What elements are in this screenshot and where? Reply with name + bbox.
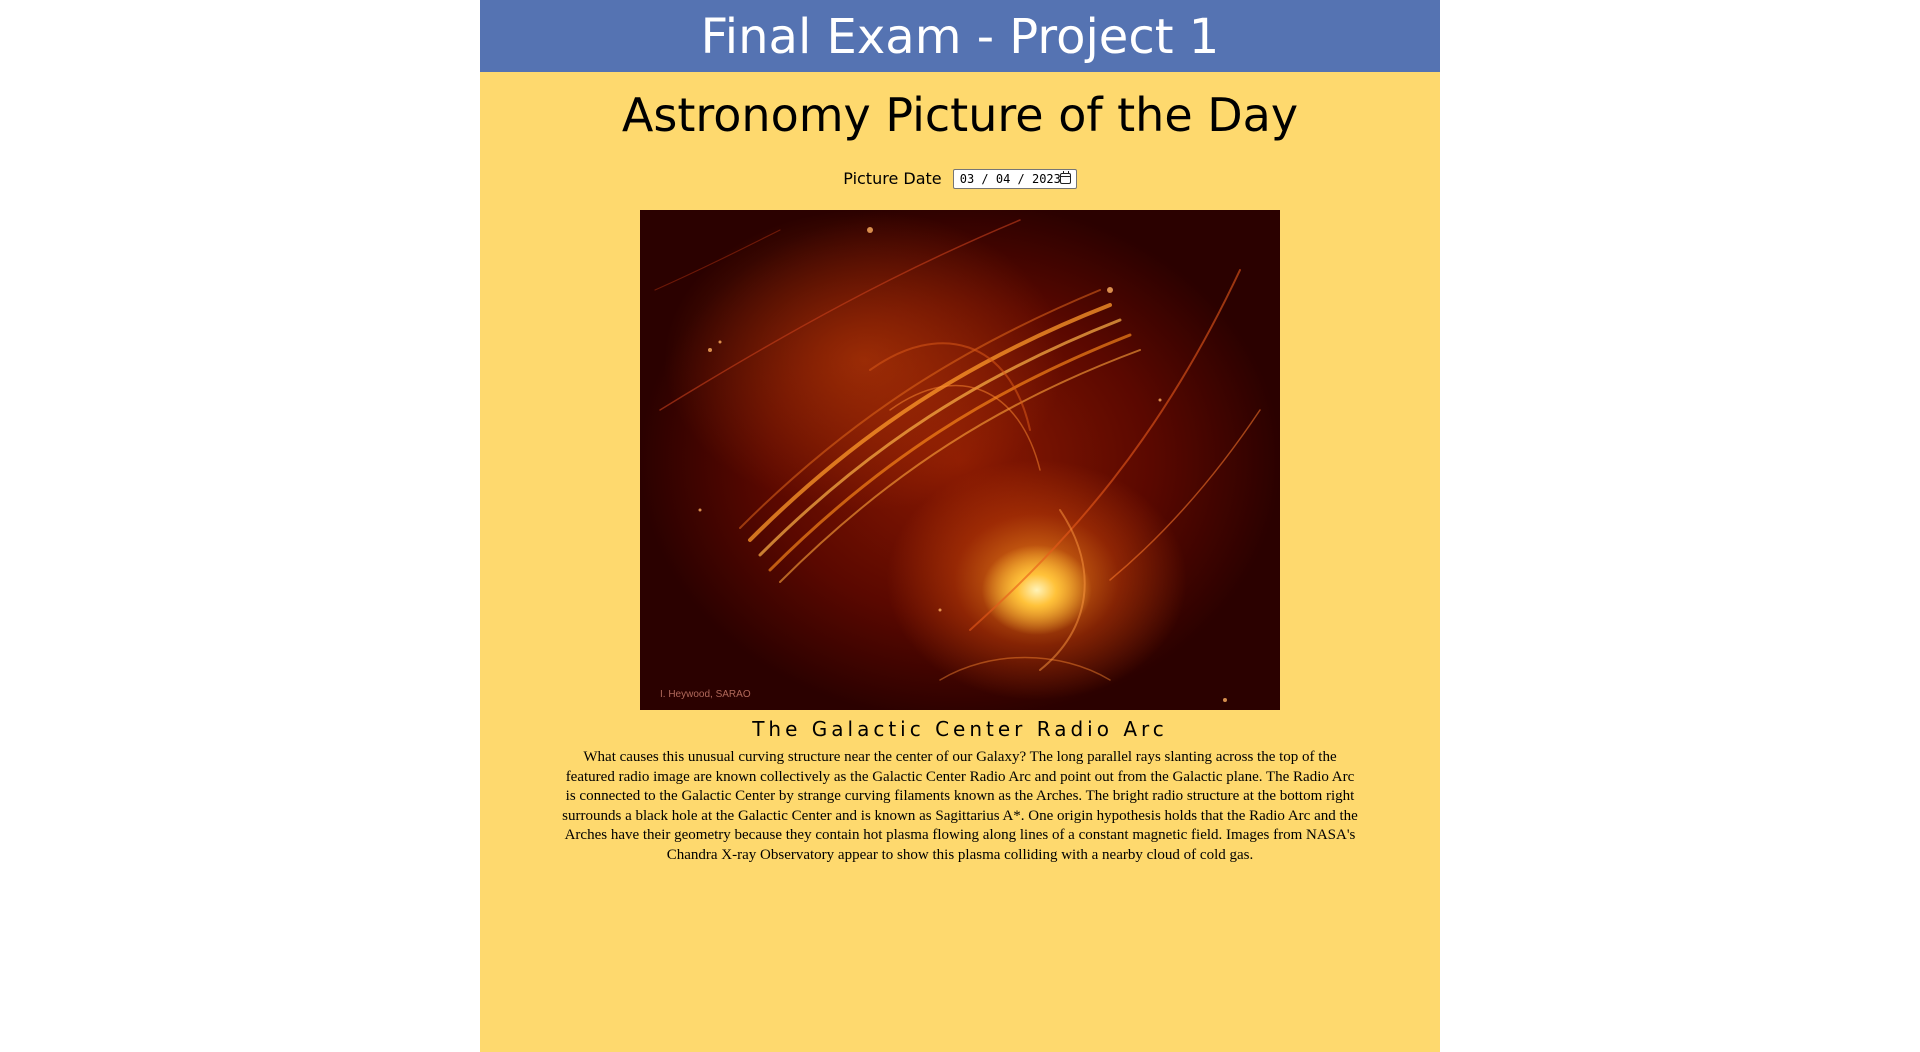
apod-image: I. Heywood, SARAO xyxy=(640,210,1280,710)
page-title: Astronomy Picture of the Day xyxy=(621,88,1299,142)
date-label: Picture Date xyxy=(843,168,942,188)
page-banner: Final Exam - Project 1 xyxy=(480,0,1440,72)
date-value: 03 / 04 / 2023 xyxy=(959,171,1061,186)
date-picker-row: Picture Date 03 / 04 / 2023 xyxy=(480,166,1440,190)
radio-arc-artwork xyxy=(654,219,1261,702)
page-container: Final Exam - Project 1 Astronomy Picture… xyxy=(480,0,1440,1052)
image-credit: I. Heywood, SARAO xyxy=(660,689,751,700)
date-input[interactable]: 03 / 04 / 2023 xyxy=(952,168,1077,189)
apod-explanation: What causes this unusual curving structu… xyxy=(562,749,1358,863)
apod-title: The Galactic Center Radio Arc xyxy=(752,717,1168,741)
calendar-icon[interactable] xyxy=(1059,170,1071,184)
